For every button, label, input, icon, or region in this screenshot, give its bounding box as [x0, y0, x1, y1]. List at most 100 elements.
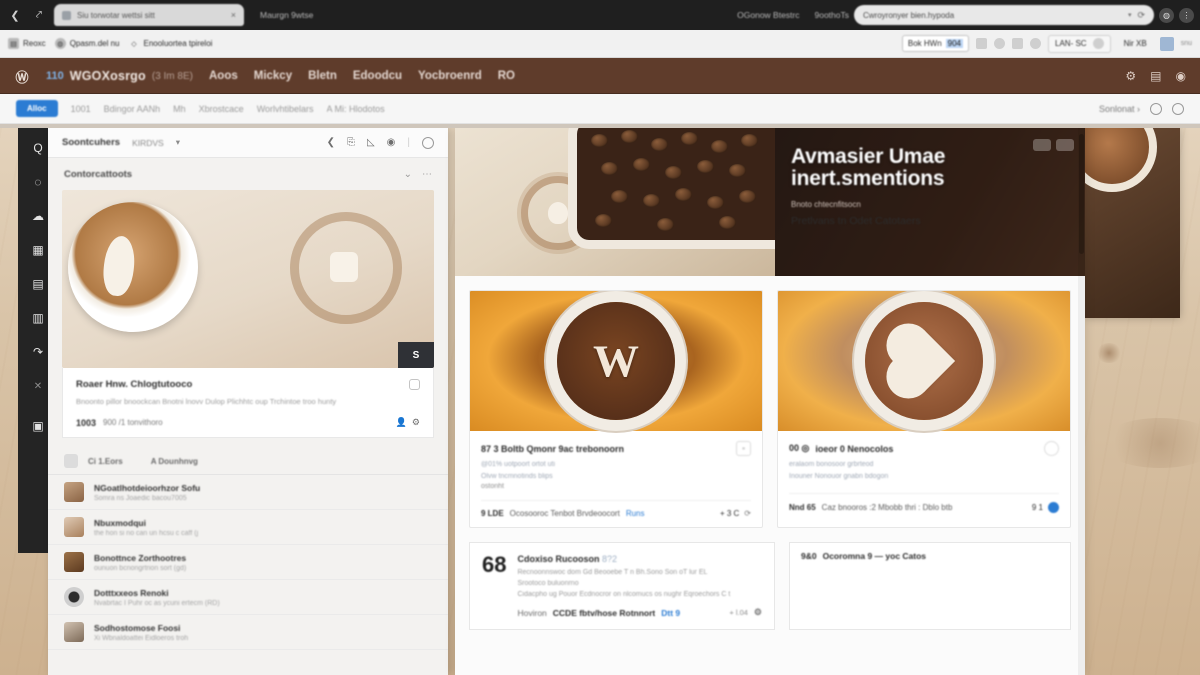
- summary-title-tag: 8?2: [602, 554, 618, 564]
- layers-icon[interactable]: ▤: [27, 274, 49, 294]
- expand-icon[interactable]: ▫: [736, 441, 751, 456]
- admin-bar-item-5[interactable]: RO: [498, 70, 515, 82]
- glasses-icon[interactable]: [1030, 38, 1042, 49]
- list-item[interactable]: NGoatlhotdeioorhzor Sofu Somra ns Joaedi…: [48, 475, 448, 510]
- grid-icon[interactable]: ▦: [27, 240, 49, 260]
- wpsub-link-3[interactable]: Xbrostcace: [199, 104, 244, 114]
- list-item-title: Sodhostomose Foosi: [94, 622, 181, 633]
- wpsub-link-0[interactable]: 1001: [71, 104, 91, 114]
- list-item-subtitle: ounuon bcnongrtrion sort (gd): [94, 564, 187, 572]
- sort-icon[interactable]: [64, 454, 78, 468]
- list-item-title: Nbuxmodqui: [94, 517, 146, 528]
- admin-bar-site[interactable]: 110 WGOXosrgo (3 Im 8E): [46, 69, 193, 83]
- summary-card[interactable]: 68 Cdoxiso Rucooson 8?2 Recnoonnswoc dom…: [469, 542, 775, 630]
- more-icon[interactable]: ⋯: [422, 169, 432, 180]
- drop-icon[interactable]: ◌: [27, 172, 49, 192]
- status-dot-icon: [1048, 502, 1059, 513]
- back-icon[interactable]: ❮: [6, 6, 24, 24]
- ring-center-mark: [330, 252, 358, 282]
- list-item[interactable]: Nbuxmodqui the hon si no can un hcsu c c…: [48, 510, 448, 545]
- primary-action-button[interactable]: Alloc: [16, 100, 58, 117]
- menu-icon[interactable]: ⋮: [1179, 7, 1194, 23]
- admin-bar-item-2[interactable]: Bletn: [308, 70, 337, 82]
- reload-icon[interactable]: ⟳: [1137, 10, 1145, 21]
- site-name: WGOXosrgo: [69, 69, 146, 83]
- copy-icon[interactable]: ⎘: [347, 137, 355, 148]
- clock-icon[interactable]: [994, 38, 1006, 49]
- wpsub-right-link[interactable]: Sonlonat ›: [1099, 104, 1140, 114]
- menu-item-0[interactable]: OGonow Btestrc: [737, 10, 799, 20]
- bookmark-item-1[interactable]: ◍ Qpasm.del nu: [54, 38, 120, 49]
- admin-bar-item-1[interactable]: Mickcy: [254, 70, 292, 82]
- circle-icon[interactable]: [422, 136, 434, 149]
- bean-card-header: 9&0 Ocoromna 9 — yoc Catos: [790, 543, 1070, 569]
- bean-card[interactable]: 9&0 Ocoromna 9 — yoc Catos: [789, 542, 1071, 630]
- tile-footer-value: Nnd 65: [789, 503, 816, 512]
- bookmark-item-0[interactable]: ▤ Reoxc: [8, 38, 46, 49]
- more-tabs-label[interactable]: Maurgn 9wtse: [260, 10, 313, 20]
- up-icon[interactable]: ◺: [367, 137, 375, 148]
- hero-banner: Avmasier Umae inert.smentions Bnoto chte…: [455, 128, 1085, 276]
- wpsub-link-1[interactable]: Bdingor AANh: [104, 104, 161, 114]
- list-item[interactable]: Bonottnce Zorthootres ounuon bcnongrtrio…: [48, 545, 448, 580]
- user-icon[interactable]: 👤: [396, 417, 407, 428]
- filter-icon[interactable]: ⌄: [404, 169, 412, 180]
- site-count: 110: [46, 70, 64, 82]
- gear-icon[interactable]: ⚙: [754, 607, 762, 618]
- wpsub-link-4[interactable]: Worlvhtibelars: [257, 104, 314, 114]
- background-coffee-photo: [1067, 128, 1180, 318]
- wpsub-link-2[interactable]: Mh: [173, 104, 186, 114]
- chart-icon[interactable]: ▥: [27, 308, 49, 328]
- wpsub-link-5[interactable]: A Mi: Hlodotos: [327, 104, 385, 114]
- cloud-icon[interactable]: ☁: [27, 206, 49, 226]
- link-icon[interactable]: ↷: [27, 342, 49, 362]
- find-bar[interactable]: Bok HWn 904: [901, 35, 970, 52]
- chevron-down-icon[interactable]: ▾: [1128, 11, 1132, 19]
- list-item[interactable]: Sodhostomose Foosi Xi Wbnaldoattei Eidlo…: [48, 615, 448, 650]
- tile-card[interactable]: W 87 3 Boltb Qmonr 9ac trebonoorn ▫ @01%…: [469, 290, 763, 528]
- toolbar-group-nir[interactable]: Nir XB: [1118, 35, 1153, 53]
- checkbox-icon[interactable]: [1044, 441, 1059, 456]
- share-icon[interactable]: ⤤: [30, 6, 48, 24]
- admin-bar-item-3[interactable]: Edoodcu: [353, 70, 402, 82]
- tile-footer-link[interactable]: Runs: [626, 509, 645, 518]
- summary-title-row: Cdoxiso Rucooson 8?2: [517, 554, 762, 564]
- sync-icon: [1092, 38, 1104, 49]
- close-icon[interactable]: ✕: [27, 376, 49, 396]
- tile-card[interactable]: 00 ◎ ioeor 0 Nenocolos eralaom bonosoor …: [777, 290, 1071, 528]
- list-item-subtitle: the hon si no can un hcsu c caff (j: [94, 529, 199, 537]
- extension-icon[interactable]: [1159, 36, 1174, 51]
- featured-card-image[interactable]: S: [62, 190, 434, 368]
- tile-title: ioeor 0 Nenocolos: [815, 443, 894, 454]
- admin-bar-item-0[interactable]: Aoos: [209, 70, 238, 82]
- history-icon[interactable]: [1172, 102, 1184, 115]
- address-bar[interactable]: Cwroyronyer bien.hypoda ▾ ⟳: [854, 5, 1154, 25]
- menu-item-1[interactable]: 9oothoTs: [815, 10, 850, 20]
- bookmark-label: Reoxc: [23, 39, 46, 48]
- refresh-icon[interactable]: [976, 38, 988, 49]
- settings-icon[interactable]: ◉: [387, 137, 396, 148]
- search-icon[interactable]: Q: [27, 138, 49, 158]
- pencil-icon[interactable]: [1012, 38, 1024, 49]
- toolbar-group-lan[interactable]: LAN- SC: [1048, 34, 1111, 53]
- bookmark-item-2[interactable]: ◇ Enooluortea tpireloi: [129, 38, 212, 49]
- refresh-icon[interactable]: ⟳: [744, 509, 751, 518]
- gear-icon[interactable]: ⚙: [1125, 69, 1136, 83]
- list-item[interactable]: Dotttxxeos Renoki Nvabrtac I Puhr oc as …: [48, 580, 448, 615]
- tile-image: [778, 291, 1070, 431]
- left-panel-section: Contorcattoots ⌄ ⋯: [48, 158, 448, 190]
- profile-icon[interactable]: ◍: [1159, 7, 1174, 23]
- content-scrollbar[interactable]: [1078, 128, 1085, 675]
- card-checkbox[interactable]: [409, 379, 420, 390]
- back-icon[interactable]: ❮: [327, 137, 335, 148]
- undo-icon[interactable]: [1150, 102, 1162, 115]
- comments-icon[interactable]: ▤: [1150, 69, 1161, 83]
- gear-icon[interactable]: ⚙: [412, 417, 420, 428]
- chevron-down-icon[interactable]: ▾: [176, 137, 180, 148]
- camera-icon[interactable]: ▣: [27, 416, 49, 436]
- admin-bar-item-4[interactable]: Yocbroenrd: [418, 70, 482, 82]
- wordpress-logo-icon[interactable]: Ⓦ: [14, 68, 30, 85]
- user-icon[interactable]: ◉: [1176, 69, 1186, 83]
- close-icon[interactable]: ×: [231, 10, 236, 20]
- browser-tab[interactable]: Siu torwotar wettsi sitt ×: [54, 4, 244, 26]
